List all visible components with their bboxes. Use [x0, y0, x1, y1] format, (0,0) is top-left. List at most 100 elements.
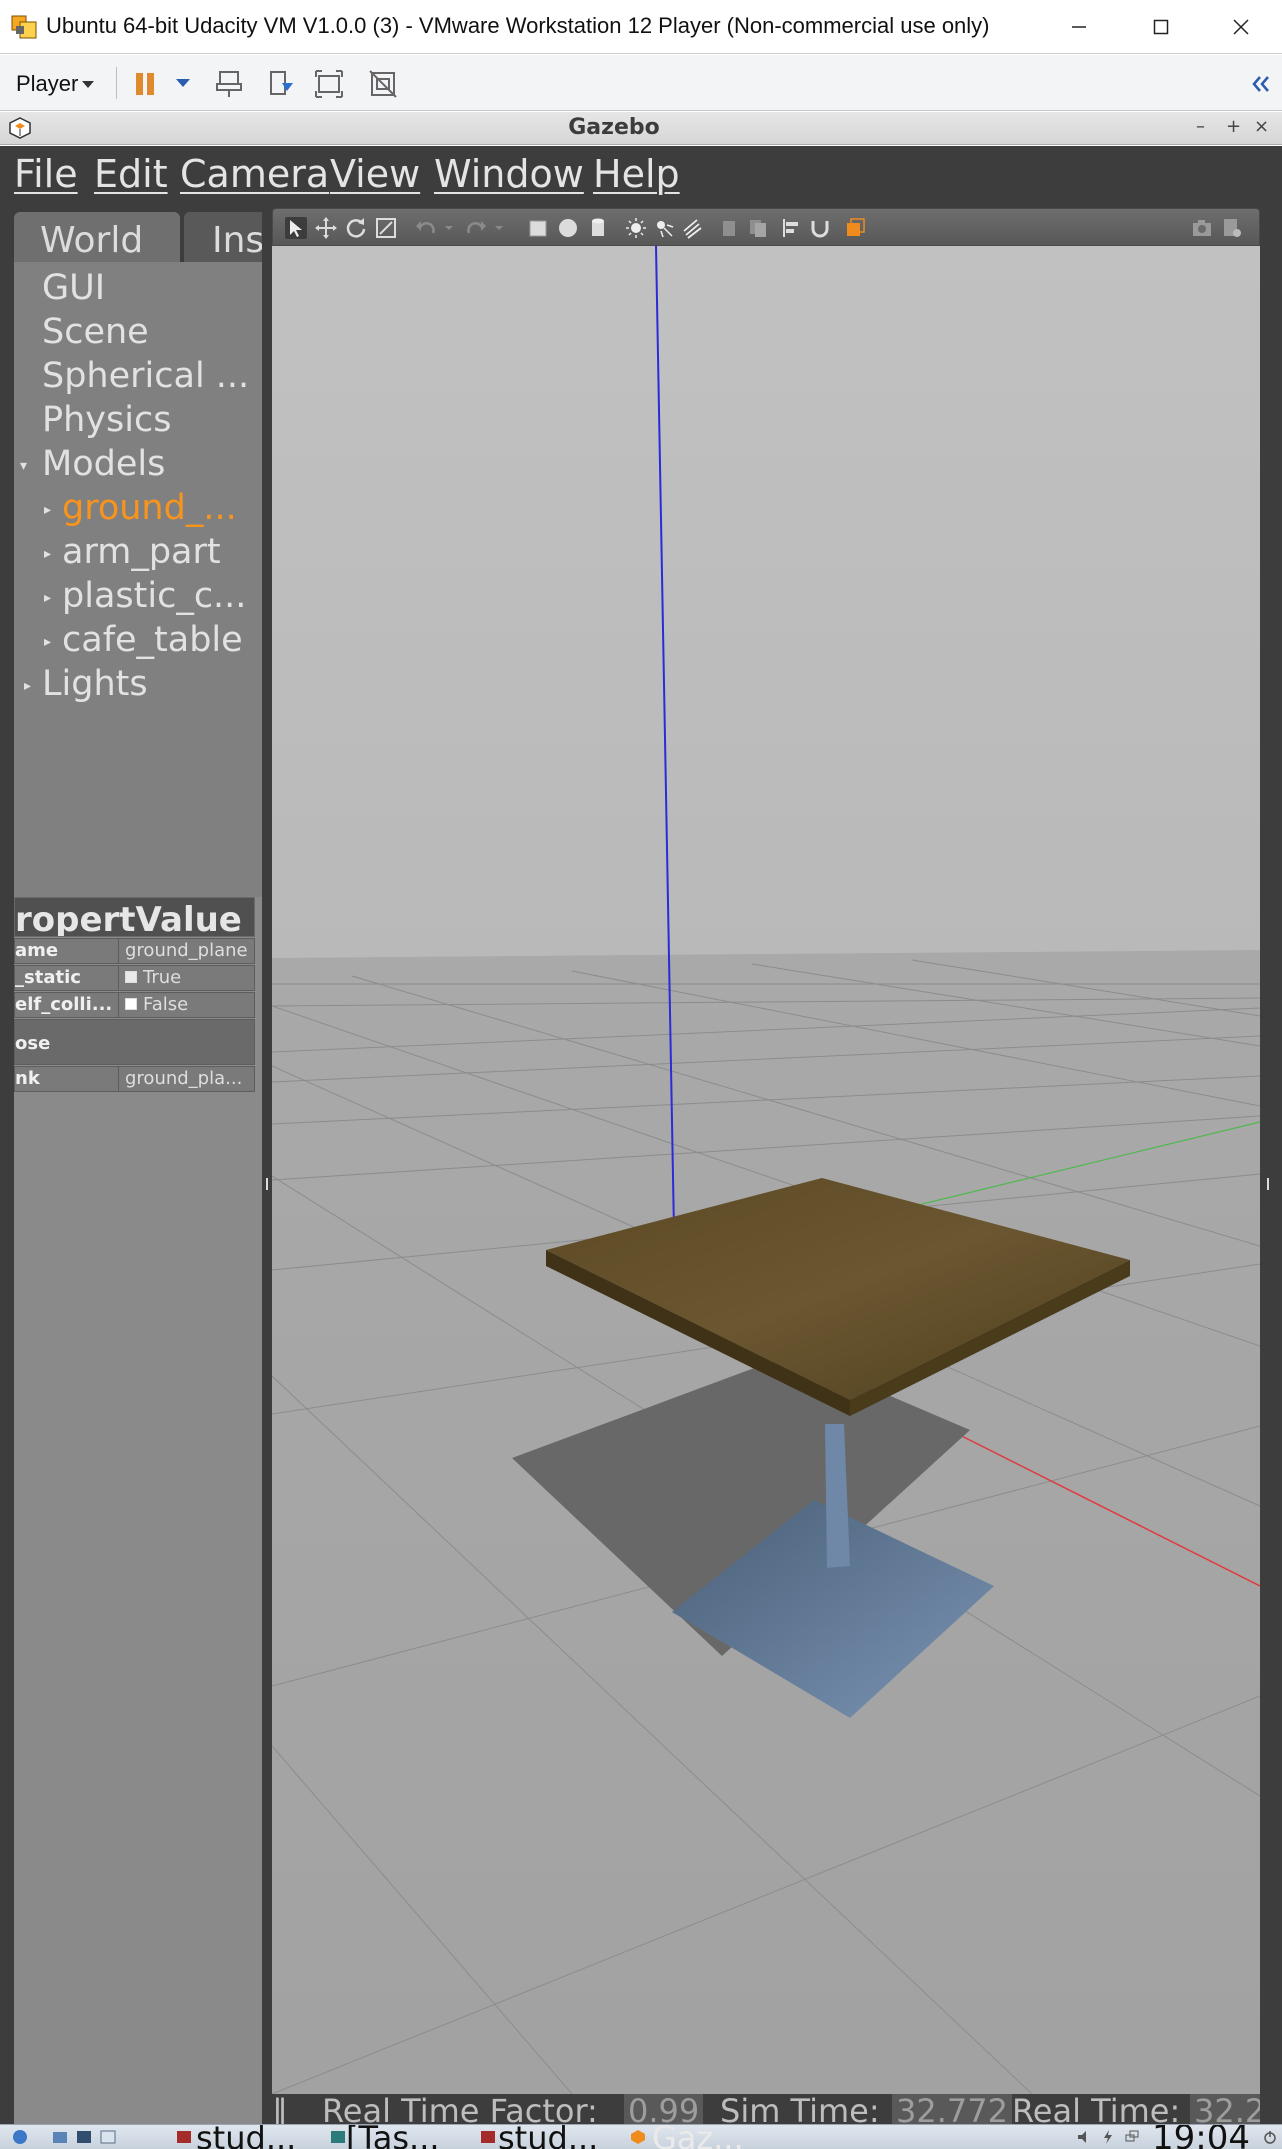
tree-item-model-cafe-table[interactable]: cafe_table	[62, 620, 243, 660]
network-icon[interactable]	[1124, 2129, 1140, 2145]
browser-icon[interactable]	[100, 2129, 116, 2145]
tree-item-model-plastic-cup[interactable]: plastic_c...	[62, 576, 246, 616]
align-icon[interactable]	[781, 217, 803, 239]
taskbar-task-1[interactable]: stud...	[196, 2125, 296, 2149]
pause-sim-button[interactable]: ‖	[272, 2094, 288, 2124]
taskbar-task-3[interactable]: stud...	[498, 2125, 598, 2149]
gazebo-close-icon[interactable]: ×	[1254, 116, 1269, 137]
real-time-factor-value: 0.99	[624, 2094, 704, 2124]
collapse-toolbar-button[interactable]	[1244, 67, 1278, 101]
gazebo-minimize-icon[interactable]: –	[1196, 116, 1205, 137]
scene-render	[272, 246, 1260, 2094]
scene-viewport[interactable]	[272, 246, 1260, 2094]
right-splitter-handle-icon[interactable]	[1264, 1174, 1274, 1194]
fullscreen-button[interactable]	[312, 67, 346, 101]
world-tree: GUI Scene Spherical ... Physics ▾ Models…	[14, 262, 262, 942]
tree-item-physics[interactable]: Physics	[42, 400, 171, 440]
collapsed-arrow-icon[interactable]: ▸	[44, 590, 51, 606]
terminal-icon[interactable]	[76, 2129, 92, 2145]
scale-mode-icon[interactable]	[375, 217, 397, 239]
taskbar-task-2[interactable]: [Tas...	[346, 2125, 440, 2149]
screenshot-camera-icon[interactable]	[1191, 217, 1213, 239]
property-value[interactable]: True	[121, 966, 255, 990]
point-light-icon[interactable]	[625, 217, 647, 239]
pause-icon	[136, 73, 154, 95]
property-row-pose[interactable]: ose	[14, 1019, 255, 1065]
shutdown-icon[interactable]	[1262, 2129, 1278, 2145]
menu-camera[interactable]: Camera	[180, 152, 329, 196]
real-time-factor-label: Real Time Factor:	[322, 2094, 598, 2124]
taskbar-clock[interactable]: 19:04	[1152, 2125, 1250, 2149]
tree-item-model-ground-plane[interactable]: ground_...	[62, 488, 237, 528]
gazebo-maximize-icon[interactable]: +	[1226, 116, 1241, 137]
tree-item-model-arm-part[interactable]: arm_part	[62, 532, 221, 572]
copy-icon[interactable]	[719, 217, 741, 239]
view-angle-icon[interactable]	[845, 217, 867, 239]
redo-icon[interactable]	[465, 217, 487, 239]
unity-button[interactable]	[366, 67, 400, 101]
close-icon	[1233, 19, 1249, 35]
property-value[interactable]: ground_pla...	[121, 1067, 255, 1091]
tab-world[interactable]: World	[14, 212, 180, 264]
spot-light-icon[interactable]	[653, 217, 675, 239]
undo-history-dropdown-icon[interactable]	[439, 217, 461, 239]
removable-devices-button[interactable]	[264, 67, 298, 101]
fullscreen-icon	[315, 70, 343, 98]
menu-window[interactable]: Window	[434, 152, 584, 196]
directional-light-icon[interactable]	[681, 217, 703, 239]
power-icon[interactable]	[1100, 2129, 1116, 2145]
maximize-button[interactable]	[1120, 0, 1202, 54]
property-panel: ropertValue ame ground_plane _static Tru…	[14, 897, 262, 2124]
menu-edit[interactable]: Edit	[94, 152, 168, 196]
collapsed-arrow-icon[interactable]: ▸	[44, 546, 51, 562]
property-value-text: True	[143, 967, 182, 988]
menu-help[interactable]: Help	[593, 152, 680, 196]
pause-button[interactable]	[128, 67, 162, 101]
taskbar-task-4[interactable]: Gaz...	[652, 2125, 744, 2149]
player-menu[interactable]: Player	[16, 71, 78, 97]
expanded-arrow-icon[interactable]: ▾	[20, 458, 27, 474]
translate-mode-icon[interactable]	[315, 217, 337, 239]
menu-view[interactable]: View	[330, 152, 420, 196]
log-recording-icon[interactable]	[1221, 217, 1243, 239]
power-dropdown-button[interactable]	[166, 67, 200, 101]
panel-splitter[interactable]	[262, 204, 272, 2124]
tree-item-scene[interactable]: Scene	[42, 312, 149, 352]
tree-item-models[interactable]: Models	[42, 444, 165, 484]
collapsed-arrow-icon[interactable]: ▸	[44, 634, 51, 650]
tab-insert[interactable]: Ins	[184, 212, 262, 264]
collapsed-arrow-icon[interactable]: ▸	[24, 678, 31, 694]
property-key: ame	[15, 939, 119, 963]
property-key: ose	[15, 1033, 51, 1054]
select-mode-icon[interactable]	[285, 217, 307, 239]
collapsed-arrow-icon[interactable]: ▸	[44, 502, 51, 518]
checked-checkbox-icon[interactable]	[125, 971, 137, 983]
file-manager-icon[interactable]	[52, 2129, 68, 2145]
tree-item-gui[interactable]: GUI	[42, 268, 105, 308]
close-window-button[interactable]	[1200, 0, 1282, 54]
player-dropdown-icon[interactable]	[82, 81, 94, 89]
property-row-self-collide: elf_colli... False	[14, 992, 255, 1018]
undo-icon[interactable]	[415, 217, 437, 239]
redo-history-dropdown-icon[interactable]	[489, 217, 511, 239]
cylinder-shape-icon[interactable]	[587, 217, 609, 239]
unchecked-checkbox-icon[interactable]	[125, 998, 137, 1010]
sphere-shape-icon[interactable]	[557, 217, 579, 239]
volume-icon[interactable]	[1076, 2129, 1092, 2145]
property-value[interactable]: ground_plane	[121, 939, 255, 963]
rotate-mode-icon[interactable]	[345, 217, 367, 239]
window-title: Ubuntu 64-bit Udacity VM V1.0.0 (3) - VM…	[46, 13, 990, 38]
snap-icon[interactable]	[809, 217, 831, 239]
minimize-button[interactable]	[1038, 0, 1120, 54]
property-value-text: False	[143, 994, 189, 1015]
start-menu-icon[interactable]	[12, 2129, 28, 2145]
menu-file[interactable]: File	[14, 152, 78, 196]
box-shape-icon[interactable]	[527, 217, 549, 239]
paste-icon[interactable]	[747, 217, 769, 239]
unity-icon	[369, 70, 397, 98]
tree-item-spherical-coordinates[interactable]: Spherical ...	[42, 356, 249, 396]
property-value[interactable]: False	[121, 993, 255, 1017]
send-ctrl-alt-del-button[interactable]	[212, 67, 246, 101]
left-panel: World Ins GUI Scene Spherical ... Physic…	[14, 204, 262, 2124]
tree-item-lights[interactable]: Lights	[42, 664, 148, 704]
